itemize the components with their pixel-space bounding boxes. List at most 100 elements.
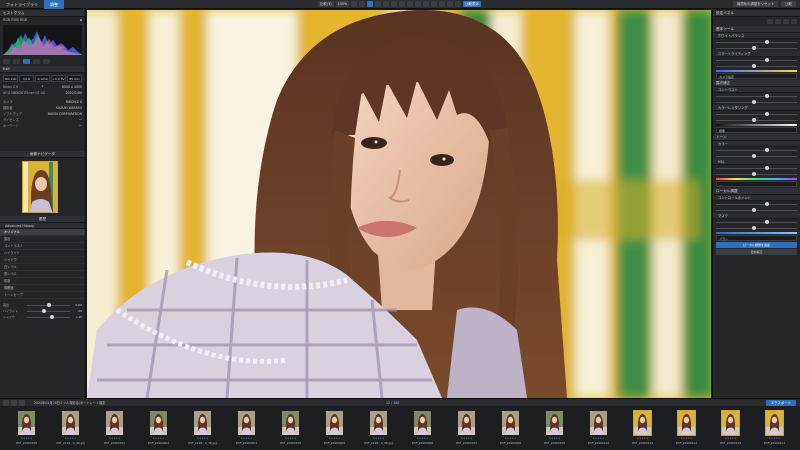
tool-icon[interactable] [391,1,398,7]
exif-header[interactable]: Exif [0,66,85,73]
rating-stars-icon[interactable]: ★★★★★ [402,437,443,440]
palette-icon[interactable] [43,59,50,64]
tool-icon[interactable] [415,1,422,7]
slider-value[interactable]: +15 [72,315,82,319]
filmstrip-thumbnail[interactable]: ★★★★★ DSF_22060408 [490,409,531,447]
rating-stars-icon[interactable]: ★★★★★ [754,437,795,440]
slider-track[interactable] [27,315,70,319]
slider-track[interactable] [27,303,70,307]
tab-adjust[interactable]: 調整 [44,0,64,9]
slider-track[interactable] [716,154,797,158]
copy-settings-icon[interactable] [767,19,773,24]
slider-handle[interactable] [764,148,769,152]
navigator-header[interactable]: 画像ナビゲータ [0,151,85,158]
tool-icon[interactable] [351,1,358,7]
section-header[interactable]: 露光補正 [713,80,800,87]
slider-handle[interactable] [764,58,769,62]
slider-handle[interactable] [49,315,54,319]
rating-stars-icon[interactable]: ★★★★★ [358,437,399,440]
slider-track[interactable] [716,100,797,104]
rating-stars-icon[interactable]: ★★★★★ [94,437,135,440]
rating-stars-icon[interactable]: ★★★★★ [446,437,487,440]
history-item[interactable]: 明瞭度 [0,285,85,292]
mode-dropdown[interactable]: — [716,181,797,187]
luminance-mode-icon[interactable] [33,59,40,64]
slider-handle[interactable] [752,226,757,230]
section-header[interactable]: 基本ツール [713,26,800,33]
menu-icon[interactable] [791,19,797,24]
view-tool-button[interactable]: 比較(3) [318,1,334,7]
settings-header[interactable]: 設定パネル [713,10,800,17]
histogram-menu-icon[interactable]: ▪ [80,17,82,23]
slider-track[interactable] [716,112,797,116]
history-item[interactable]: 露出 [0,236,85,243]
histogram-header[interactable]: ヒストグラム [0,10,85,17]
filmstrip-thumbnail[interactable]: ★★★★★ DSF_22060402 [138,409,179,447]
slider-track[interactable] [716,58,797,62]
slider-handle[interactable] [752,118,757,122]
slider-handle[interactable] [752,208,757,212]
slider-track[interactable] [716,46,797,50]
tool-icon[interactable] [447,1,454,7]
history-item[interactable]: シャドウ [0,257,85,264]
filmstrip-thumbnail[interactable]: ★★★★★ DSF_22060405 [314,409,355,447]
filmstrip-thumbnail[interactable]: ★★★★★ DSF_22060403 [226,409,267,447]
slider-track[interactable] [716,220,797,224]
rating-stars-icon[interactable]: ★★★★★ [270,437,311,440]
slider-track[interactable] [716,166,797,170]
filmstrip-thumbnail[interactable]: ★★★★★ DSF_22060401 [94,409,135,447]
preset-icon[interactable] [783,19,789,24]
history-item[interactable]: 白レベル [0,264,85,271]
history-header[interactable]: 履歴 [0,216,85,223]
rating-stars-icon[interactable]: ★★★★★ [490,437,531,440]
rating-stars-icon[interactable]: ★★★★★ [138,437,179,440]
slider-handle[interactable] [752,154,757,158]
tool-icon[interactable] [455,1,462,7]
slider-handle[interactable] [764,220,769,224]
rating-stars-icon[interactable]: ★★★★★ [578,437,619,440]
slider-track[interactable] [716,148,797,152]
tool-icon[interactable] [375,1,382,7]
rating-stars-icon[interactable]: ★★★★★ [182,437,223,440]
history-item[interactable]: 彩度 [0,278,85,285]
tool-icon[interactable] [423,1,430,7]
slider-track[interactable] [27,309,70,313]
rating-stars-icon[interactable]: ★★★★★ [314,437,355,440]
tool-icon[interactable] [439,1,446,7]
tool-icon[interactable] [407,1,414,7]
section-header[interactable]: トーン [713,134,800,141]
view-tool-button[interactable]: 比較表示 [463,1,481,7]
filmstrip-thumbnail[interactable]: ★★★★★ DSF_22060406 [402,409,443,447]
filmstrip-thumbnail[interactable]: ★★★★★ DSF_22060410 [578,409,619,447]
compare-button[interactable]: 比較 [781,1,796,7]
slider-track[interactable] [716,64,797,68]
slider-track[interactable] [716,208,797,212]
slider-track[interactable] [716,172,797,176]
filmstrip-thumbnail[interactable]: ★★★★★ DSF_2118…S_98.jpg [358,409,399,447]
slider-value[interactable]: 0.00 [72,303,82,307]
filmstrip-thumbnail[interactable]: ★★★★★ DSF_22060404 [270,409,311,447]
filmstrip-thumbnail[interactable]: ★★★★★ DSF_22060413 [710,409,751,447]
slider-track[interactable] [716,40,797,44]
filmstrip-thumbnail[interactable]: ★★★★★ DSF_2118…S_36.jpg [182,409,223,447]
filmstrip-thumbnail[interactable]: ★★★★★ DSF_22060411 [622,409,663,447]
filmstrip-thumbnail[interactable]: ★★★★★ DSF_22060407 [446,409,487,447]
slider-handle[interactable] [752,64,757,68]
tool-icon[interactable] [399,1,406,7]
tab-photo-library[interactable]: フォトライブラリ [0,0,44,9]
filmstrip-thumbnail[interactable]: ★★★★★ DSF_22060414 [754,409,795,447]
tool-icon[interactable] [367,1,374,7]
filmstrip-thumbnail[interactable]: ★★★★★ DSF_22060400 [6,409,47,447]
rating-stars-icon[interactable]: ★★★★★ [534,437,575,440]
slider-handle[interactable] [764,112,769,116]
navigator-thumbnail[interactable] [22,161,58,213]
history-item[interactable]: 黒レベル [0,271,85,278]
slider-track[interactable] [716,94,797,98]
history-item[interactable]: ハイライト [0,250,85,257]
filmstrip-thumbnail[interactable]: ★★★★★ DSF_2118…S_98.jpg [50,409,91,447]
add-local-adjustment-button[interactable]: ローカル調整を追加 [716,242,797,248]
view-tool-button[interactable]: 100% [335,1,350,7]
paste-settings-icon[interactable] [775,19,781,24]
history-item[interactable]: トーンカーブ [0,292,85,299]
slider-value[interactable]: -20 [72,309,82,313]
